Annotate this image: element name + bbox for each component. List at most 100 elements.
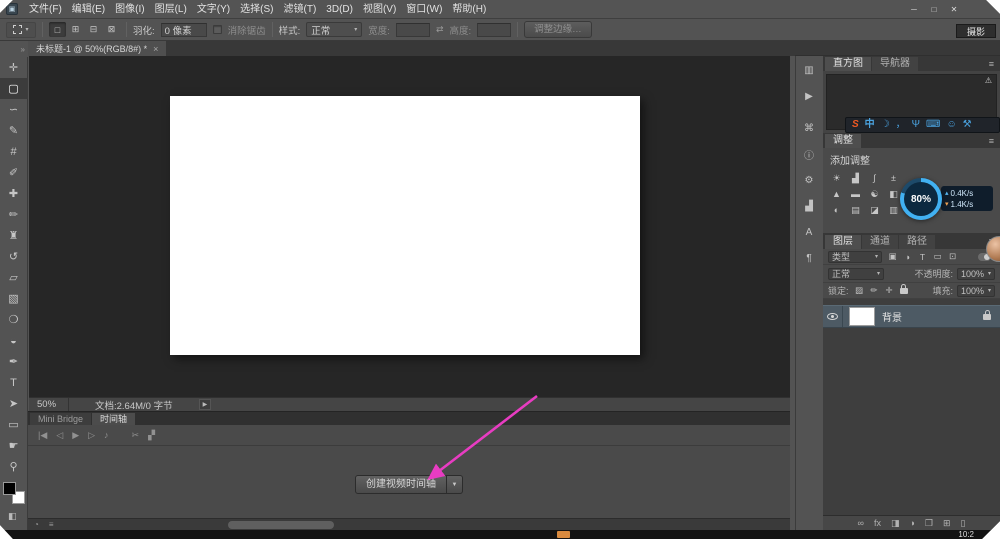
type-tool[interactable]: T xyxy=(0,372,28,393)
clone-stamp-tool[interactable]: ♜ xyxy=(0,225,28,246)
close-tab-icon[interactable]: × xyxy=(153,44,158,54)
quick-mask-icon[interactable]: ◧ xyxy=(8,511,17,522)
layer-filter-kind-select[interactable]: 类型 ▾ xyxy=(828,250,882,263)
move-tool[interactable]: ✛ xyxy=(0,57,28,78)
refine-edge-button[interactable]: 调整边缘… xyxy=(524,21,592,38)
brightness-contrast-icon[interactable]: ☀ xyxy=(828,171,845,185)
path-selection-tool[interactable]: ➤ xyxy=(0,393,28,414)
threshold-icon[interactable]: ◪ xyxy=(866,203,883,217)
tab-layers[interactable]: 图层 xyxy=(825,235,861,249)
feather-input[interactable] xyxy=(160,22,207,37)
filter-pixel-layers-icon[interactable]: ▣ xyxy=(886,251,899,263)
ime-punctuation-icon[interactable]: ， xyxy=(896,120,906,130)
ime-chinese-toggle[interactable]: 中 xyxy=(865,120,875,130)
rectangular-marquee-tool[interactable]: ▢ xyxy=(0,78,28,99)
subtract-from-selection-icon[interactable]: ⊟ xyxy=(85,22,102,37)
color-balance-icon[interactable]: ☯ xyxy=(866,187,883,201)
width-input[interactable] xyxy=(395,22,430,37)
shape-tool[interactable]: ▭ xyxy=(0,414,28,435)
link-layers-icon[interactable]: ∞ xyxy=(858,518,864,528)
layer-row-background[interactable]: 背景 xyxy=(823,305,1000,328)
timeline-scrollbar-thumb[interactable] xyxy=(228,521,334,529)
ime-emoji-icon[interactable]: ☺ xyxy=(946,120,956,130)
swap-dimensions-icon[interactable]: ⇄ xyxy=(436,24,444,35)
speed-ball-widget[interactable]: 80% xyxy=(900,178,942,220)
fill-select[interactable]: 100% ▾ xyxy=(957,284,995,297)
hand-tool[interactable]: ☛ xyxy=(0,435,28,456)
layer-style-icon[interactable]: fx xyxy=(874,518,881,528)
ime-mic-icon[interactable]: Ψ xyxy=(912,120,920,130)
app-icon[interactable]: ▣ xyxy=(6,3,18,15)
eraser-tool[interactable]: ▱ xyxy=(0,267,28,288)
height-input[interactable] xyxy=(477,22,512,37)
document-canvas[interactable] xyxy=(170,96,640,355)
brush-tool[interactable]: ✏ xyxy=(0,204,28,225)
next-frame-button[interactable]: ▷ xyxy=(88,430,95,440)
menu-item[interactable]: 视图(V) xyxy=(358,1,401,18)
new-adjustment-icon[interactable]: ◑ xyxy=(909,518,914,528)
crop-tool[interactable]: # xyxy=(0,141,28,162)
restore-button[interactable]: □ xyxy=(926,3,942,16)
timeline-clock-icon[interactable]: ◔ xyxy=(34,520,39,530)
panel-menu-icon[interactable]: ≡ xyxy=(983,136,1000,146)
sogou-logo[interactable]: S xyxy=(852,120,859,130)
first-frame-button[interactable]: |◀ xyxy=(38,430,47,440)
document-tab[interactable]: 未标题-1 @ 50%(RGB/8#) * × xyxy=(28,41,167,56)
gradient-tool[interactable]: ▧ xyxy=(0,288,28,309)
new-layer-icon[interactable]: ⊞ xyxy=(943,518,951,528)
tab-histogram[interactable]: 直方图 xyxy=(825,57,871,71)
tab-navigator[interactable]: 导航器 xyxy=(872,57,918,71)
tools-panel-collapse[interactable]: » xyxy=(0,41,28,57)
add-mask-icon[interactable]: ◨ xyxy=(891,518,900,528)
filter-adjustment-layers-icon[interactable]: ◑ xyxy=(901,251,914,263)
tab-channels[interactable]: 通道 xyxy=(862,235,898,249)
create-timeline-dropdown[interactable]: ▼ xyxy=(447,475,463,494)
invert-icon[interactable]: ◐ xyxy=(828,203,845,217)
mini-bridge-panel-icon[interactable]: ▥ xyxy=(800,63,818,77)
gradient-map-icon[interactable]: ▥ xyxy=(885,203,902,217)
screen-capture-overlay[interactable]: 摄影 xyxy=(956,24,996,38)
lock-all-icon[interactable] xyxy=(899,283,908,294)
intersect-selection-icon[interactable]: ⊠ xyxy=(103,22,120,37)
layer-thumbnail[interactable] xyxy=(849,307,875,326)
menu-item[interactable]: 帮助(H) xyxy=(447,1,491,18)
menu-item[interactable]: 文件(F) xyxy=(24,1,67,18)
tab-mini-bridge[interactable]: Mini Bridge xyxy=(30,413,92,425)
actions-panel-icon[interactable]: ▶ xyxy=(800,89,818,103)
filter-shape-layers-icon[interactable]: ▭ xyxy=(931,251,944,263)
split-button[interactable]: ✂ xyxy=(132,430,140,440)
levels-icon[interactable]: ▟ xyxy=(847,171,864,185)
zoom-level-field[interactable]: 50% xyxy=(29,398,69,411)
tab-timeline[interactable]: 时间轴 xyxy=(92,413,136,425)
dodge-tool[interactable]: ◒ xyxy=(0,330,28,351)
panel-menu-icon[interactable]: ≡ xyxy=(983,59,1000,69)
previous-frame-button[interactable]: ◁ xyxy=(56,430,63,440)
opacity-select[interactable]: 100% ▾ xyxy=(957,267,995,280)
ime-halfwidth-icon[interactable]: ☽ xyxy=(881,120,890,130)
hue-saturation-icon[interactable]: ▬ xyxy=(847,187,864,201)
delete-layer-icon[interactable]: ▯ xyxy=(961,518,966,528)
foreground-color-swatch[interactable] xyxy=(3,482,16,495)
menu-item[interactable]: 选择(S) xyxy=(235,1,278,18)
quick-selection-tool[interactable]: ✎ xyxy=(0,120,28,141)
timeline-settings-icon[interactable]: ≡ xyxy=(49,520,54,530)
tab-paths[interactable]: 路径 xyxy=(899,235,935,249)
anti-alias-checkbox[interactable] xyxy=(212,25,222,34)
network-speed-widget[interactable]: ▴ 0.4K/s ▾ 1.4K/s xyxy=(941,186,993,211)
exposure-icon[interactable]: ± xyxy=(885,171,902,185)
create-video-timeline-button[interactable]: 创建视频时间轴 xyxy=(355,475,447,494)
lock-position-icon[interactable]: ✛ xyxy=(883,285,896,297)
color-swatches[interactable] xyxy=(3,482,25,504)
pen-tool[interactable]: ✒ xyxy=(0,351,28,372)
add-to-selection-icon[interactable]: ⊞ xyxy=(67,22,84,37)
blur-tool[interactable]: ❍ xyxy=(0,309,28,330)
transition-button[interactable]: ▞ xyxy=(148,430,155,440)
menu-item[interactable]: 图像(I) xyxy=(110,1,149,18)
style-select[interactable]: 正常 ▾ xyxy=(306,22,363,37)
properties-panel-icon[interactable]: ⚙ xyxy=(800,173,818,187)
new-group-icon[interactable]: ❒ xyxy=(925,518,933,528)
lock-pixels-icon[interactable]: ✏ xyxy=(868,285,881,297)
menu-item[interactable]: 图层(L) xyxy=(150,1,192,18)
new-selection-icon[interactable]: □ xyxy=(49,22,66,37)
curves-icon[interactable]: ∫ xyxy=(866,171,883,185)
